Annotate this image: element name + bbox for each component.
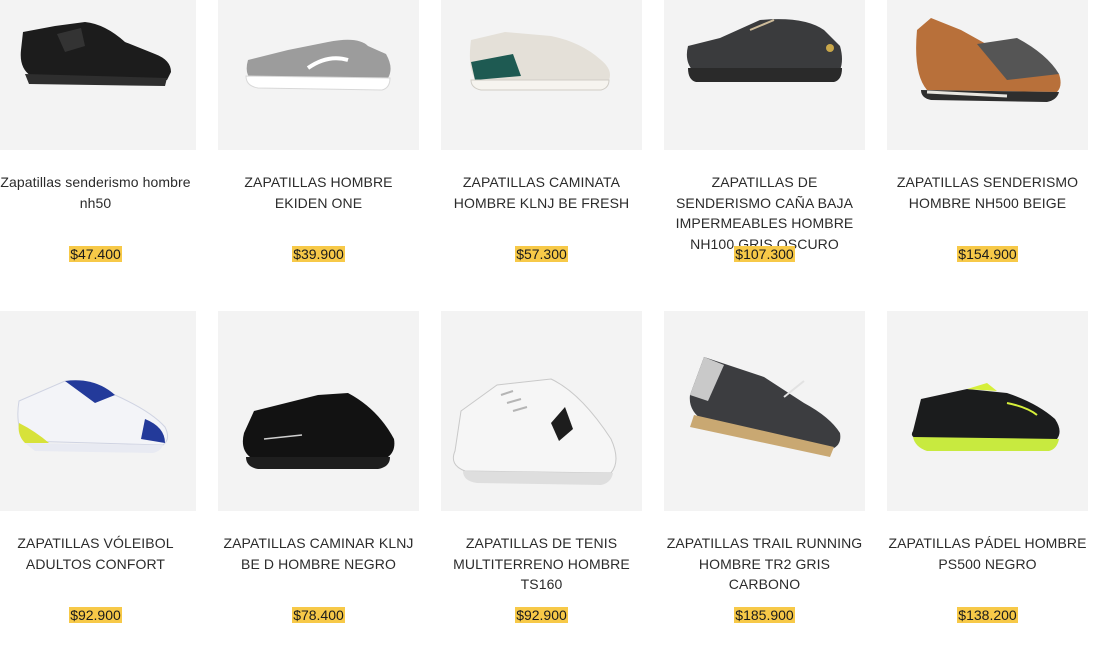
product-price: $57.300 xyxy=(515,246,568,262)
product-price: $92.900 xyxy=(69,607,122,623)
product-title[interactable]: ZAPATILLAS CAMINAR KLNJ BE D HOMBRE NEGR… xyxy=(218,533,419,574)
product-price: $107.300 xyxy=(734,246,795,262)
product-title[interactable]: ZAPATILLAS PÁDEL HOMBRE PS500 NEGRO xyxy=(887,533,1088,574)
shoe-walking-beige-icon[interactable] xyxy=(441,0,642,150)
product-title[interactable]: ZAPATILLAS SENDERISMO HOMBRE NH500 BEIGE xyxy=(887,172,1088,213)
product-title[interactable]: ZAPATILLAS HOMBRE EKIDEN ONE xyxy=(218,172,419,213)
shoe-volleyball-white-icon[interactable] xyxy=(0,311,196,511)
product-price: $185.900 xyxy=(734,607,795,623)
product-title[interactable]: ZAPATILLAS DE SENDERISMO CAÑA BAJA IMPER… xyxy=(664,172,865,254)
shoe-running-grey-icon[interactable] xyxy=(218,0,419,150)
shoe-walking-black-icon[interactable] xyxy=(218,311,419,511)
shoe-hiking-brown-icon[interactable] xyxy=(887,0,1088,150)
shoe-tennis-white-icon[interactable] xyxy=(441,311,642,511)
product-price: $78.400 xyxy=(292,607,345,623)
product-title[interactable]: Zapatillas senderismo hombre nh50 xyxy=(0,172,196,213)
shoe-trail-grey-icon[interactable] xyxy=(664,311,865,511)
shoe-hiking-dark-grey-icon[interactable] xyxy=(664,0,865,150)
product-price: $138.200 xyxy=(957,607,1018,623)
product-price: $154.900 xyxy=(957,246,1018,262)
product-title[interactable]: ZAPATILLAS TRAIL RUNNING HOMBRE TR2 GRIS… xyxy=(664,533,865,595)
product-price: $39.900 xyxy=(292,246,345,262)
product-price: $92.900 xyxy=(515,607,568,623)
shoe-hiking-black-icon[interactable] xyxy=(0,0,196,150)
product-price: $47.400 xyxy=(69,246,122,262)
product-title[interactable]: ZAPATILLAS DE TENIS MULTITERRENO HOMBRE … xyxy=(441,533,642,595)
product-title[interactable]: ZAPATILLAS VÓLEIBOL ADULTOS CONFORT xyxy=(0,533,196,574)
shoe-padel-black-icon[interactable] xyxy=(887,311,1088,511)
product-title[interactable]: ZAPATILLAS CAMINATA HOMBRE KLNJ BE FRESH xyxy=(441,172,642,213)
